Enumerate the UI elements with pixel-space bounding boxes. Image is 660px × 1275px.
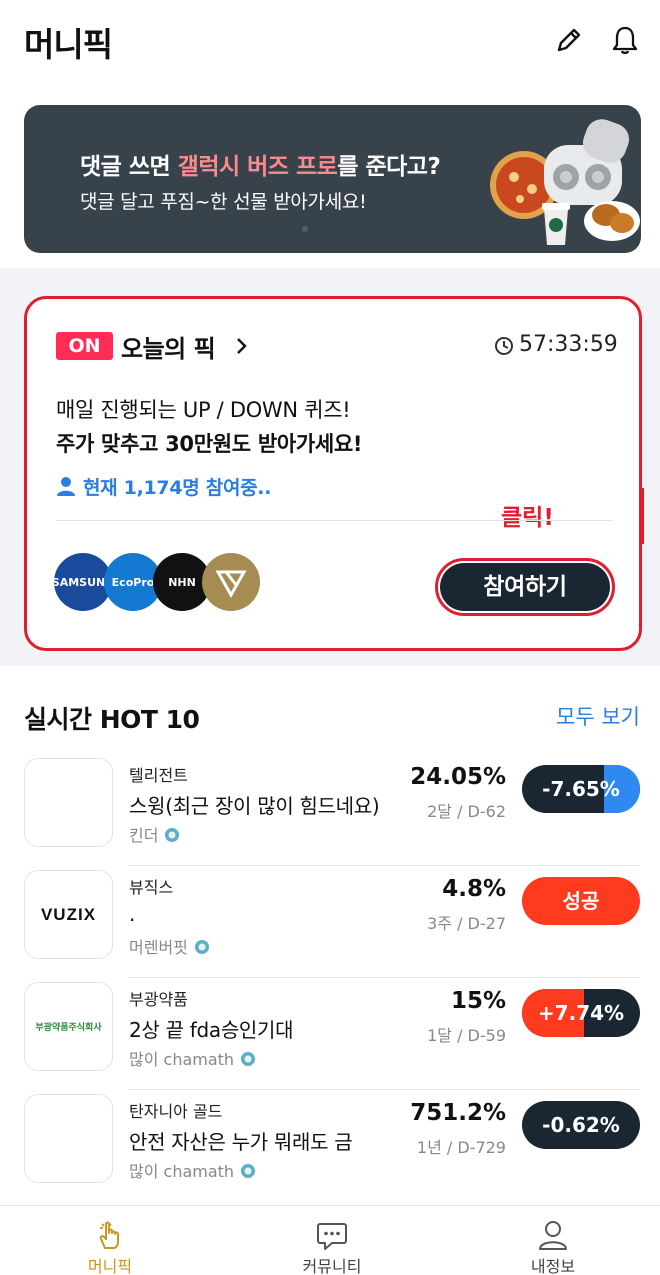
stock-thumbnail [24, 1094, 113, 1183]
countdown-timer: 57:33:59 [519, 332, 618, 357]
nav-label: 커뮤니티 [302, 1257, 362, 1275]
pencil-icon[interactable] [553, 24, 585, 56]
period: 1년 / D-729 [416, 1138, 506, 1157]
pick-comment: 스윙(최근 장이 많이 힘드네요) [129, 794, 380, 818]
banner-page-indicator [302, 226, 308, 232]
vuzix-logo: VUZIX [40, 904, 97, 924]
stock-name: 부광약품 [129, 990, 188, 1009]
pick-description: 매일 진행되는 UP / DOWN 퀴즈! [56, 398, 351, 422]
stock-thumbnail: 부광약품주식회사 [24, 982, 113, 1071]
nav-item-community[interactable]: 커뮤니티 [262, 1206, 402, 1275]
participant-count: 현재 1,174명 참여중.. [83, 477, 272, 499]
app-header: 머니픽 [0, 0, 660, 86]
today-pick-title[interactable]: 오늘의 픽 [121, 329, 216, 364]
chevron-right-icon[interactable] [235, 335, 249, 357]
nav-item-moneypick[interactable]: 머니픽 [40, 1206, 180, 1275]
see-all-link[interactable]: 모두 보기 [556, 701, 640, 731]
click-annotation: 클릭! [501, 505, 554, 531]
pick-comment: 2상 끝 fda승인기대 [129, 1018, 294, 1042]
nav-item-myinfo[interactable]: 내정보 [483, 1206, 623, 1275]
period: 1달 / D-59 [427, 1026, 506, 1045]
hot10-title: 실시간 HOT 10 [24, 705, 200, 734]
author: 많이 chamath [129, 1046, 256, 1070]
period: 2달 / D-62 [427, 802, 506, 821]
stock-name: 텔리전트 [129, 766, 188, 785]
app-title: 머니픽 [24, 25, 113, 64]
pick-comment: 안전 자산은 누가 뭐래도 금 [129, 1130, 353, 1154]
status-pill: -7.65% [522, 765, 640, 813]
stock-thumbnail [24, 758, 113, 847]
banner-subline: 댓글 달고 푸짐~한 선물 받아가세요! [80, 191, 367, 213]
promo-banner[interactable]: 댓글 쓰면 갤럭시 버즈 프로를 준다고? 댓글 달고 푸짐~한 선물 받아가세… [24, 105, 641, 253]
period: 3주 / D-27 [427, 914, 506, 933]
bukwang-logo: 부광약품주식회사 [35, 1023, 102, 1033]
hot-list-item[interactable]: 부광약품주식회사 부광약품 2상 끝 fda승인기대 많이 chamath 15… [0, 978, 660, 1090]
pick-reward-text: 주가 맞추고 30만원도 받아가세요! [56, 432, 363, 456]
verified-badge-icon [241, 1164, 256, 1178]
target-return: 15% [450, 988, 506, 1014]
banner-headline: 댓글 쓰면 갤럭시 버즈 프로를 준다고? [80, 154, 441, 180]
stock-name: 탄자니아 골드 [129, 1102, 223, 1121]
verified-badge-icon [165, 828, 180, 842]
stock-thumbnail: VUZIX [24, 870, 113, 959]
bell-icon[interactable] [609, 24, 641, 56]
status-value: -7.65% [542, 777, 620, 801]
target-return: 4.8% [442, 876, 506, 902]
verified-badge-icon [194, 940, 209, 954]
join-button[interactable]: 참여하기 [440, 563, 610, 611]
author: 머렌버핏 [129, 934, 210, 958]
person-icon [57, 477, 75, 496]
target-return: 24.05% [410, 764, 506, 790]
status-value: 성공 [562, 889, 600, 913]
status-pill: -0.62% [522, 1101, 640, 1149]
status-value: -0.62% [542, 1113, 620, 1137]
clock-icon [495, 337, 513, 355]
status-pill: 성공 [522, 877, 640, 925]
triangle-icon [215, 570, 247, 599]
hot-list-item[interactable]: VUZIX 뷰직스 . 머렌버핏 4.8% 3주 / D-27 성공 [0, 866, 660, 978]
today-pick-card[interactable]: ON 오늘의 픽 57:33:59 매일 진행되는 UP / DOWN 퀴즈! … [24, 296, 642, 651]
bottom-nav: 머니픽 커뮤니티 내정보 [0, 1205, 660, 1275]
hot-list-item[interactable]: 텔리전트 스윙(최근 장이 많이 힘드네요) 킨더 24.05% 2달 / D-… [0, 754, 660, 866]
on-badge: ON [56, 332, 113, 360]
nav-label: 내정보 [530, 1257, 576, 1275]
stock-name: 뷰직스 [129, 878, 174, 897]
divider [56, 520, 613, 521]
annotation-mark [641, 488, 644, 544]
hand-pointer-icon [99, 1221, 119, 1249]
target-return: 751.2% [410, 1100, 506, 1126]
verified-badge-icon [241, 1052, 256, 1066]
gold-triangle-logo [202, 553, 260, 611]
chat-bubble-icon [317, 1223, 347, 1250]
person-icon [539, 1221, 567, 1250]
hot-list-item[interactable]: 탄자니아 골드 안전 자산은 누가 뭐래도 금 많이 chamath 751.2… [0, 1090, 660, 1202]
pick-comment: . [129, 902, 136, 926]
author: 많이 chamath [129, 1158, 256, 1182]
author: 킨더 [129, 822, 180, 846]
nav-label: 머니픽 [87, 1257, 133, 1275]
prize-illustration [490, 119, 640, 245]
status-pill: +7.74% [522, 989, 640, 1037]
status-value: +7.74% [537, 1001, 625, 1025]
